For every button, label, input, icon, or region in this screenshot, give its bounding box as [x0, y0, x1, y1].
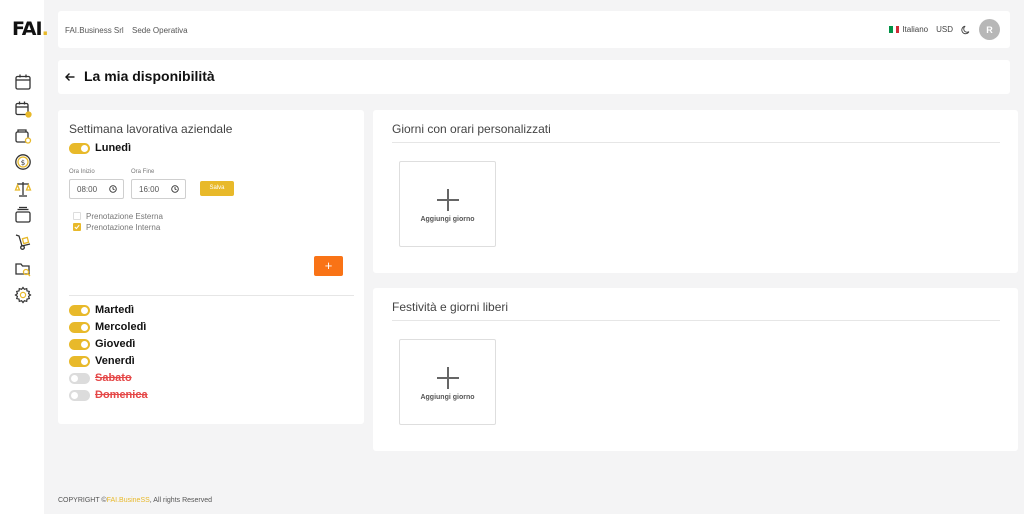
clock-icon	[171, 185, 179, 193]
footer: COPYRIGHT ©FAI.BusineSS, All rights Rese…	[58, 497, 213, 504]
toggle-domenica[interactable]	[69, 390, 90, 401]
end-time-label: Ora Fine	[131, 169, 155, 175]
internal-booking-checkbox[interactable]	[73, 223, 81, 231]
topbar: FAI.Business Srl Sede Operativa Italiano…	[58, 11, 1010, 48]
calendar-user-icon[interactable]	[14, 100, 32, 118]
save-button[interactable]: Salva	[200, 181, 234, 196]
topbar-controls: Italiano USD R	[889, 19, 1000, 40]
toggle-mercoledi[interactable]	[69, 322, 90, 333]
page-header: La mia disponibilità	[58, 60, 1010, 94]
day-label-martedi: Martedì	[95, 304, 135, 316]
working-week-title: Settimana lavorativa aziendale	[69, 122, 233, 136]
svg-text:$: $	[21, 159, 25, 167]
start-time-input[interactable]: 08:00	[69, 179, 124, 199]
end-time-input[interactable]: 16:00	[131, 179, 186, 199]
day-label-lunedi: Lunedì	[95, 142, 132, 154]
add-custom-day-button[interactable]: Aggiungi giorno	[399, 161, 496, 247]
custom-days-card: Giorni con orari personalizzati Aggiungi…	[373, 110, 1018, 273]
hand-truck-icon[interactable]	[14, 233, 32, 251]
holidays-title: Festività e giorni liberi	[392, 300, 509, 314]
toggle-martedi[interactable]	[69, 305, 90, 316]
custom-days-title: Giorni con orari personalizzati	[392, 122, 551, 136]
day-label-domenica: Domenica	[95, 389, 148, 401]
external-booking-checkbox[interactable]	[73, 212, 81, 220]
toggle-venerdi[interactable]	[69, 356, 90, 367]
working-week-card: Settimana lavorativa aziendale Lunedì Or…	[58, 110, 364, 424]
sidebar: FAI. $	[0, 0, 49, 514]
toggle-giovedi[interactable]	[69, 339, 90, 350]
location-name[interactable]: Sede Operativa	[132, 26, 188, 35]
divider	[392, 142, 1000, 143]
day-label-mercoledi: Mercoledì	[95, 321, 147, 333]
moon-icon[interactable]	[961, 25, 971, 35]
wallet-icon[interactable]	[14, 127, 32, 145]
holidays-card: Festività e giorni liberi Aggiungi giorn…	[373, 288, 1018, 451]
day-label-giovedi: Giovedì	[95, 338, 136, 350]
check-icon	[74, 224, 80, 230]
dollar-coin-icon[interactable]: $	[14, 153, 32, 171]
add-custom-day-label: Aggiungi giorno	[420, 216, 475, 223]
calendar-icon[interactable]	[14, 73, 32, 91]
layers-icon[interactable]	[14, 206, 32, 224]
footer-brand-link[interactable]: FAI.BusineSS	[107, 497, 150, 504]
divider	[392, 320, 1000, 321]
add-time-slot-button[interactable]: +	[314, 256, 343, 276]
internal-booking-label: Prenotazione Interna	[86, 223, 161, 232]
plus-icon	[437, 189, 459, 211]
logo[interactable]: FAI.	[12, 18, 49, 40]
scale-icon[interactable]	[14, 180, 32, 198]
toggle-lunedi[interactable]	[69, 143, 90, 154]
plus-icon	[437, 367, 459, 389]
italy-flag-icon	[889, 26, 900, 34]
toggle-sabato[interactable]	[69, 373, 90, 384]
avatar[interactable]: R	[979, 19, 1000, 40]
folder-search-icon[interactable]	[14, 260, 32, 278]
company-name[interactable]: FAI.Business Srl	[65, 26, 124, 35]
external-booking-label: Prenotazione Esterna	[86, 212, 163, 221]
day-label-venerdi: Venerdì	[95, 355, 135, 367]
add-holiday-button[interactable]: Aggiungi giorno	[399, 339, 496, 425]
divider	[69, 295, 354, 296]
clock-icon	[109, 185, 117, 193]
gear-icon[interactable]	[14, 286, 32, 304]
start-time-label: Ora Inizio	[69, 169, 95, 175]
day-label-sabato: Sabato	[95, 372, 132, 384]
currency-selector[interactable]: USD	[936, 25, 953, 34]
add-holiday-label: Aggiungi giorno	[420, 394, 475, 401]
page-title: La mia disponibilità	[84, 68, 215, 84]
back-arrow-icon[interactable]	[64, 70, 76, 82]
language-selector[interactable]: Italiano	[889, 25, 928, 34]
